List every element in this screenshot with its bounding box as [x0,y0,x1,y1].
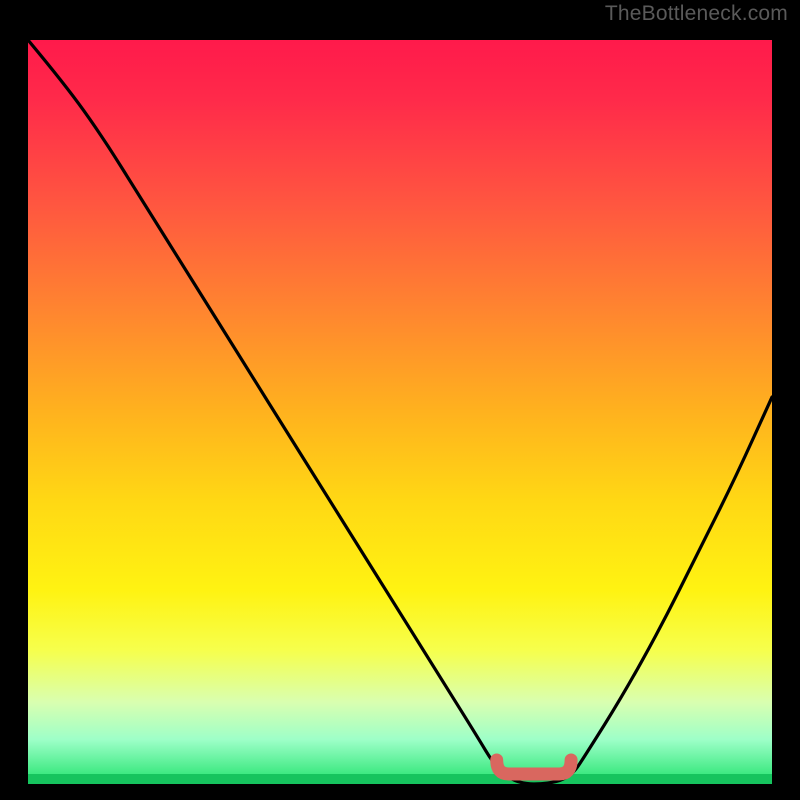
watermark-text: TheBottleneck.com [605,2,788,26]
bottleneck-curve-path [28,40,772,784]
bottleneck-curve-svg [28,40,772,784]
chart-plot-area [28,40,772,784]
chart-frame [14,26,786,798]
optimal-range-marker [497,760,571,774]
